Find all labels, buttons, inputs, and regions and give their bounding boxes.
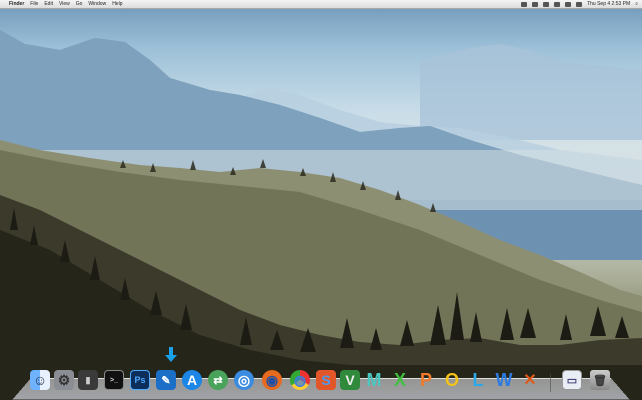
time-machine-icon[interactable] [521,2,528,7]
sublime-icon[interactable]: S [316,370,336,390]
dock-divider [550,374,551,392]
download-arrow-icon [165,347,177,362]
audio-icon[interactable]: ▮ [78,370,98,390]
finder-icon[interactable]: ☺ [30,370,50,390]
m-icon[interactable]: M [364,370,384,390]
app-name-menu[interactable]: Finder [9,0,24,8]
bluetooth-icon[interactable] [543,2,550,7]
outlook-icon[interactable]: O [442,370,462,390]
chrome-icon[interactable]: ◍ [290,370,310,390]
menu-edit[interactable]: Edit [44,0,53,8]
battery-icon[interactable] [576,2,583,7]
dock: ☺ ⚙ ▮ >_ Ps ✎ A ⇄ ◎ ◉ ◍ S V M X P O L W … [12,366,630,400]
system-preferences-icon[interactable]: ⚙ [54,370,74,390]
sync-icon[interactable] [532,2,539,7]
preview-icon[interactable]: ▭ [562,370,582,390]
xcode-icon[interactable]: ✎ [156,370,176,390]
wifi-icon[interactable] [554,2,561,7]
menu-bar: Finder File Edit View Go Window Help Thu… [0,0,642,9]
firefox-icon[interactable]: ◉ [262,370,282,390]
menu-help[interactable]: Help [112,0,122,8]
photoshop-icon[interactable]: Ps [130,370,150,390]
safari-icon[interactable]: ◎ [234,370,254,390]
lync-icon[interactable]: L [468,370,488,390]
tools-icon[interactable]: ✕ [520,370,540,390]
menu-file[interactable]: File [30,0,38,8]
trash-icon[interactable]: 🗑 [590,370,610,390]
menu-window[interactable]: Window [88,0,106,8]
desktop-wallpaper [0,0,642,400]
menu-view[interactable]: View [59,0,70,8]
vim-icon[interactable]: V [340,370,360,390]
excel-icon[interactable]: X [390,370,410,390]
terminal-icon[interactable]: >_ [104,370,124,390]
word-icon[interactable]: W [494,370,514,390]
menu-go[interactable]: Go [76,0,83,8]
powerpoint-icon[interactable]: P [416,370,436,390]
volume-icon[interactable] [565,2,572,7]
mountain-landscape [0,30,642,400]
menubar-clock[interactable]: Thu Sep 4 2:53 PM [587,0,630,8]
app-store-icon[interactable]: A [182,370,202,390]
transmit-icon[interactable]: ⇄ [208,370,228,390]
spotlight-icon[interactable]: ⌕ [635,0,638,8]
